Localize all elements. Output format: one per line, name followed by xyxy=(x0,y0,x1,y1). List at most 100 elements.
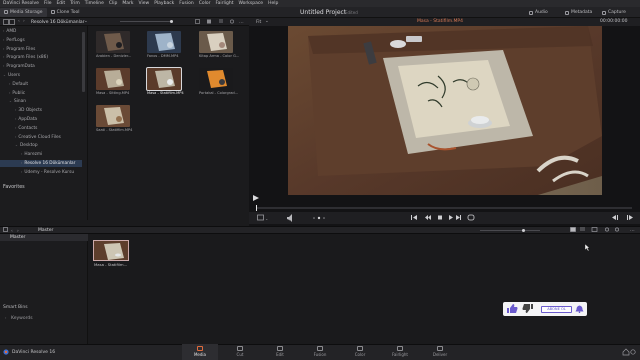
tree-item[interactable]: › ProgramData xyxy=(3,64,35,69)
tree-item[interactable]: › Contacts xyxy=(15,126,37,131)
menu-playback[interactable]: Playback xyxy=(154,1,174,6)
tree-item[interactable]: › Creative Cloud Files xyxy=(15,135,61,140)
page-tab-deliver[interactable]: Deliver xyxy=(422,344,458,360)
nav-forward-icon[interactable]: › xyxy=(23,19,25,24)
navigation-end-icons[interactable] xyxy=(612,214,636,221)
page-tab-color[interactable]: Color xyxy=(342,344,378,360)
menu-help[interactable]: Help xyxy=(268,1,278,6)
audio-button[interactable]: Audio xyxy=(525,8,552,17)
panel-toggle-icon[interactable] xyxy=(3,19,15,25)
page-tab-fairlight[interactable]: Fairlight xyxy=(382,344,418,360)
thumbnail-label: Fanos - DMM.MP4 xyxy=(147,54,179,58)
home-settings-icons[interactable] xyxy=(622,348,636,356)
tree-item[interactable]: › Default xyxy=(9,82,28,87)
menu-fairlight[interactable]: Fairlight xyxy=(215,1,233,6)
media-thumbnail[interactable] xyxy=(199,68,233,90)
tree-item[interactable]: ⌄ Users xyxy=(3,73,20,78)
tree-item[interactable]: › PerfLogs xyxy=(3,38,25,43)
zoom-fit-dropdown[interactable]: Fit xyxy=(256,20,261,25)
tree-item[interactable]: › Program Files xyxy=(3,47,35,52)
pool-zoom-slider[interactable] xyxy=(480,229,540,231)
slider-handle[interactable] xyxy=(170,20,173,23)
menu-file[interactable]: File xyxy=(44,1,52,6)
transport-controls[interactable] xyxy=(411,214,483,221)
audio-volume-icon[interactable] xyxy=(287,214,297,222)
jog-icons[interactable] xyxy=(312,215,326,221)
chevron-right-icon[interactable]: › xyxy=(21,161,22,165)
tree-item[interactable]: ⌄ Desktop xyxy=(15,143,38,148)
chevron-right-icon[interactable]: › xyxy=(15,117,16,121)
metadata-button[interactable]: Metadata xyxy=(561,8,596,17)
menu-clip[interactable]: Clip xyxy=(109,1,118,6)
chevron-right-icon[interactable]: › xyxy=(3,47,4,51)
tree-item[interactable]: › Udemy - Resolve Kursu xyxy=(21,170,74,175)
menu-edit[interactable]: Edit xyxy=(56,1,65,6)
tree-item[interactable]: › Program Files (x86) xyxy=(3,55,48,60)
chevron-right-icon[interactable]: › xyxy=(5,316,6,320)
menu-workspace[interactable]: Workspace xyxy=(238,1,263,6)
chevron-down-icon[interactable]: ⌄ xyxy=(3,73,6,77)
subscribe-button[interactable]: ABONE OL xyxy=(541,306,572,313)
media-storage-label: Media Storage xyxy=(10,9,43,15)
media-thumbnail[interactable] xyxy=(146,67,182,91)
pool-nav-icons[interactable]: ‹ › xyxy=(3,227,33,233)
bell-icon[interactable] xyxy=(575,305,584,313)
menu-app[interactable]: DaVinci Resolve xyxy=(3,1,39,6)
in-point-icon[interactable] xyxy=(253,195,259,201)
capture-button[interactable]: Capture xyxy=(598,8,630,17)
viewer-scrub-bar[interactable] xyxy=(256,207,632,209)
tree-item[interactable]: › AppData xyxy=(15,117,37,122)
media-thumbnail[interactable] xyxy=(199,31,233,53)
media-storage-button[interactable]: Media Storage xyxy=(0,7,47,17)
chevron-down-icon[interactable]: ⌄ xyxy=(9,99,12,103)
chevron-right-icon[interactable]: › xyxy=(3,29,4,33)
page-tab-edit[interactable]: Edit xyxy=(262,344,298,360)
tree-item[interactable]: › AMD xyxy=(3,29,16,34)
chevron-right-icon[interactable]: › xyxy=(9,82,10,86)
tree-item[interactable]: › Resolve 16 Dökümanlar xyxy=(21,161,75,166)
media-thumbnail[interactable] xyxy=(147,31,181,53)
page-tab-cut[interactable]: Cut xyxy=(222,344,258,360)
chevron-right-icon[interactable]: › xyxy=(21,152,22,156)
thumbnail-size-slider[interactable] xyxy=(120,21,172,22)
chevron-right-icon[interactable]: › xyxy=(3,38,4,42)
chevron-right-icon[interactable]: › xyxy=(3,64,4,68)
chevron-right-icon[interactable]: › xyxy=(9,91,10,95)
tree-item-label: Creative Cloud Files xyxy=(18,134,61,140)
smart-bins-header: Smart Bins xyxy=(3,305,28,310)
nav-back-icon[interactable]: ‹ xyxy=(18,19,20,24)
smart-bin-keywords[interactable]: Keywords xyxy=(11,316,33,321)
chevron-down-icon[interactable]: ⌄ xyxy=(265,19,269,24)
pool-view-icons[interactable]: ⋯ xyxy=(570,227,638,233)
playhead[interactable] xyxy=(256,205,257,211)
menu-fusion[interactable]: Fusion xyxy=(179,1,193,6)
page-tab-fusion[interactable]: Fusion xyxy=(302,344,338,360)
tree-item[interactable]: › 3D Objects xyxy=(15,108,42,113)
chevron-right-icon[interactable]: › xyxy=(21,170,22,174)
chevron-down-icon[interactable]: ⌄ xyxy=(84,19,88,24)
tree-item[interactable]: ⌄ Sinan xyxy=(9,99,26,104)
pool-zoom-handle[interactable] xyxy=(522,228,525,232)
pool-clip-thumbnail[interactable] xyxy=(93,240,129,261)
like-dislike-icons[interactable] xyxy=(507,304,537,314)
menu-view[interactable]: View xyxy=(139,1,150,6)
menu-mark[interactable]: Mark xyxy=(122,1,133,6)
tree-item[interactable]: › Public xyxy=(9,91,25,96)
chevron-right-icon[interactable]: › xyxy=(3,55,4,59)
media-thumbnail[interactable] xyxy=(96,68,130,90)
chevron-right-icon[interactable]: › xyxy=(15,126,16,130)
menu-trim[interactable]: Trim xyxy=(70,1,80,6)
clone-tool-button[interactable]: Clone Tool xyxy=(47,8,84,17)
tree-item[interactable]: › Harezmi xyxy=(21,152,42,157)
thumbnail-image xyxy=(96,105,130,127)
menu-timeline[interactable]: Timeline xyxy=(85,1,104,6)
menu-color[interactable]: Color xyxy=(199,1,211,6)
chevron-right-icon[interactable]: › xyxy=(15,108,16,112)
page-tab-media[interactable]: Media xyxy=(182,344,218,360)
media-thumbnail[interactable] xyxy=(96,105,130,127)
media-thumbnail[interactable] xyxy=(96,31,130,53)
location-dropdown[interactable]: Resolve 16 Dökümanlar xyxy=(31,20,84,25)
chevron-right-icon[interactable]: › xyxy=(15,135,16,139)
tree-scrollbar[interactable] xyxy=(82,32,85,92)
chevron-down-icon[interactable]: ⌄ xyxy=(15,143,18,147)
